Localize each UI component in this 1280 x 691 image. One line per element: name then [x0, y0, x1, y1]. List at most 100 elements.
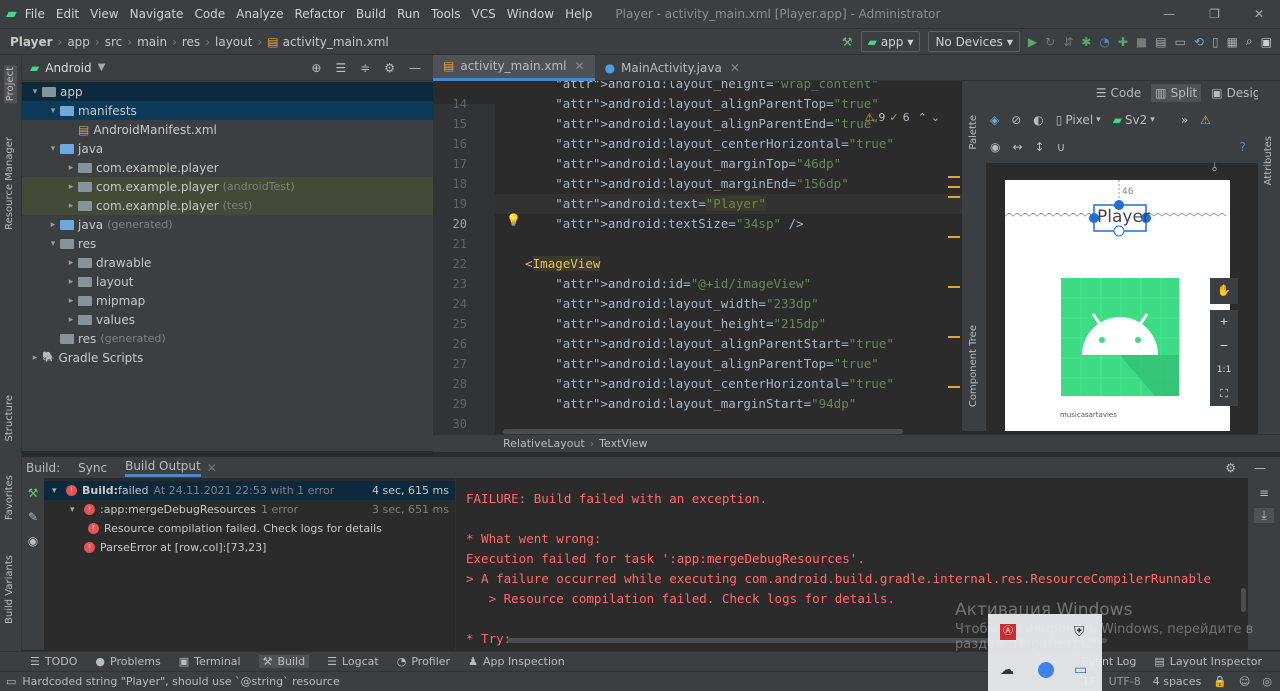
onedrive-tray-icon[interactable]: ☁ — [1000, 662, 1014, 678]
tree-item[interactable]: res (generated) — [22, 329, 433, 348]
menu-edit[interactable]: Edit — [56, 7, 79, 21]
blueprint-icon[interactable]: ⊘ — [1011, 113, 1021, 127]
close-tab-icon[interactable]: ✕ — [575, 59, 585, 73]
breadcrumb-relative-layout[interactable]: RelativeLayout — [503, 437, 585, 450]
device-tray-icon[interactable]: ▭ — [1074, 662, 1087, 678]
tree-item[interactable]: ▸ layout — [22, 272, 433, 291]
breadcrumb-item[interactable]: Player — [10, 35, 53, 49]
zoom-fit-icon[interactable]: ⛶ — [1210, 382, 1238, 406]
scroll-to-end-icon[interactable]: ⤓ — [1254, 508, 1274, 523]
tree-item[interactable]: ▸ values — [22, 310, 433, 329]
code-mode-button[interactable]: ☰ Code — [1092, 84, 1146, 102]
vertical-constraint-icon[interactable]: ↕ — [1035, 140, 1045, 154]
maximize-icon[interactable]: ❐ — [1209, 7, 1220, 21]
menu-navigate[interactable]: Navigate — [130, 7, 184, 21]
chevron-right-icon[interactable]: ▸ — [64, 315, 78, 325]
chevron-down-icon[interactable]: ▾ — [52, 486, 66, 496]
debug-icon[interactable]: ✱ — [1081, 35, 1091, 49]
logcat-tool[interactable]: ☰ Logcat — [327, 655, 379, 668]
chevron-right-icon[interactable]: ▸ — [64, 258, 78, 268]
build-tree-item[interactable]: ! ParseError at [row,col]:[73,23] — [44, 538, 455, 557]
menu-analyze[interactable]: Analyze — [236, 7, 283, 21]
chevron-down-icon[interactable]: ▾ — [46, 106, 60, 116]
build-variants-tab[interactable]: Build Variants — [4, 555, 15, 624]
tree-item[interactable]: ▸ mipmap — [22, 291, 433, 310]
gear-icon[interactable]: ⚙ — [384, 61, 395, 75]
app-tray-icon[interactable]: Ⓐ — [1000, 624, 1016, 640]
indent-setting[interactable]: 4 spaces — [1153, 675, 1202, 688]
expand-all-icon[interactable]: ☰ — [335, 61, 346, 75]
chevron-right-icon[interactable]: ▸ — [64, 163, 78, 173]
inspection-widget[interactable]: ⚠ 9 ✓ 6 ⌃ ⌄ — [864, 111, 940, 124]
pin-tab-icon[interactable]: ✎ — [22, 510, 44, 524]
breadcrumb-item[interactable]: main — [137, 35, 167, 49]
night-mode-icon[interactable]: ◐ — [1033, 113, 1043, 127]
breadcrumb-item[interactable]: layout — [215, 35, 252, 49]
run-icon[interactable]: ▶ — [1028, 35, 1037, 49]
close-icon[interactable]: ✕ — [1254, 7, 1264, 21]
lock-icon[interactable]: 🔒 — [1213, 675, 1227, 688]
next-highlight-icon[interactable]: ⌄ — [931, 111, 940, 124]
pin-icon[interactable]: ⫰ — [1212, 160, 1217, 175]
device-dropdown[interactable]: ▯ Pixel ▾ — [1056, 113, 1101, 127]
tree-item[interactable]: ▾ java — [22, 139, 433, 158]
tree-item[interactable]: ▤ AndroidManifest.xml — [22, 120, 433, 139]
chevron-right-icon[interactable]: ▸ — [64, 296, 78, 306]
chevron-down-icon[interactable]: ▾ — [28, 87, 42, 97]
locate-icon[interactable]: ⊕ — [311, 61, 321, 75]
menu-vcs[interactable]: VCS — [472, 7, 496, 21]
chevron-down-icon[interactable]: ▾ — [46, 144, 60, 154]
favorites-tab[interactable]: Favorites — [4, 475, 15, 520]
tab-sync[interactable]: Sync — [78, 461, 107, 475]
chevron-down-icon[interactable]: ▼ — [98, 62, 106, 73]
tree-item[interactable]: ▾ res — [22, 234, 433, 253]
zoom-actual-button[interactable]: 1:1 — [1210, 358, 1238, 382]
eye-icon[interactable]: ◉ — [22, 534, 44, 548]
tab-activity-main[interactable]: ▤ activity_main.xml ✕ — [433, 54, 595, 81]
player-text-view[interactable]: Player — [1097, 207, 1150, 227]
layout-inspector-tool[interactable]: ▤ Layout Inspector — [1154, 655, 1262, 668]
soft-wrap-icon[interactable]: ≡ — [1248, 486, 1280, 500]
tab-main-activity[interactable]: ● MainActivity.java ✕ — [595, 55, 750, 81]
smiley-icon[interactable]: ☺ — [1239, 675, 1250, 688]
tab-build-output[interactable]: Build Output — [125, 459, 201, 477]
split-mode-button[interactable]: ▥ Split — [1151, 84, 1202, 102]
tree-item[interactable]: ▸ java (generated) — [22, 215, 433, 234]
menu-file[interactable]: File — [25, 7, 45, 21]
collapse-all-icon[interactable]: ≑ — [360, 61, 370, 75]
chevron-right-icon[interactable]: ▸ — [64, 201, 78, 211]
build-tree-item[interactable]: ! Resource compilation failed. Check logs… — [44, 519, 455, 538]
todo-tool[interactable]: ☰ TODO — [30, 655, 77, 668]
help-icon[interactable]: ? — [1240, 140, 1246, 154]
menu-window[interactable]: Window — [507, 7, 554, 21]
chevron-right-icon[interactable]: ▸ — [28, 353, 42, 363]
project-view-selector[interactable]: Android — [45, 61, 91, 75]
more-icon[interactable]: » — [1181, 113, 1188, 127]
code-editor[interactable]: "attr">android:layout_height="wrap_conte… — [433, 81, 962, 436]
menu-build[interactable]: Build — [356, 7, 386, 21]
apply-changes-icon[interactable]: ⇵ — [1063, 35, 1073, 49]
chevron-right-icon[interactable]: ▸ — [64, 182, 78, 192]
settings-icon[interactable]: ▣ — [1261, 35, 1272, 49]
close-tab-icon[interactable]: ✕ — [730, 61, 740, 75]
warning-icon[interactable]: ⚠ — [1200, 113, 1211, 127]
tree-item[interactable]: ▸ drawable — [22, 253, 433, 272]
search-icon[interactable]: ⌕ — [1246, 34, 1253, 49]
zoom-in-icon[interactable]: + — [1210, 310, 1238, 334]
terminal-tool[interactable]: ▣ Terminal — [179, 655, 241, 668]
gear-icon[interactable]: ⚙ — [1225, 461, 1236, 475]
menu-refactor[interactable]: Refactor — [294, 7, 344, 21]
sdk-manager-icon[interactable]: ▤ — [1155, 35, 1166, 49]
tree-item[interactable]: ▾ app — [22, 82, 433, 101]
pan-icon[interactable]: ✋ — [1210, 278, 1238, 304]
profiler-tool[interactable]: ◔ Profiler — [397, 655, 450, 668]
device-manager-icon[interactable]: ▯ — [1212, 35, 1219, 49]
attach-debugger-icon[interactable]: ✚ — [1118, 35, 1128, 49]
build-tree-item[interactable]: ▾! Build: failed At 24.11.2021 22:53 with … — [44, 481, 455, 500]
tree-item[interactable]: ▸ com.example.player (androidTest) — [22, 177, 433, 196]
avd-manager-icon[interactable]: ▭ — [1175, 35, 1186, 49]
hammer-icon[interactable]: ⚒ — [22, 486, 44, 500]
hammer-icon[interactable]: ⚒ — [842, 35, 853, 49]
hide-icon[interactable]: — — [409, 61, 421, 75]
tree-item[interactable]: ▾ manifests — [22, 101, 433, 120]
